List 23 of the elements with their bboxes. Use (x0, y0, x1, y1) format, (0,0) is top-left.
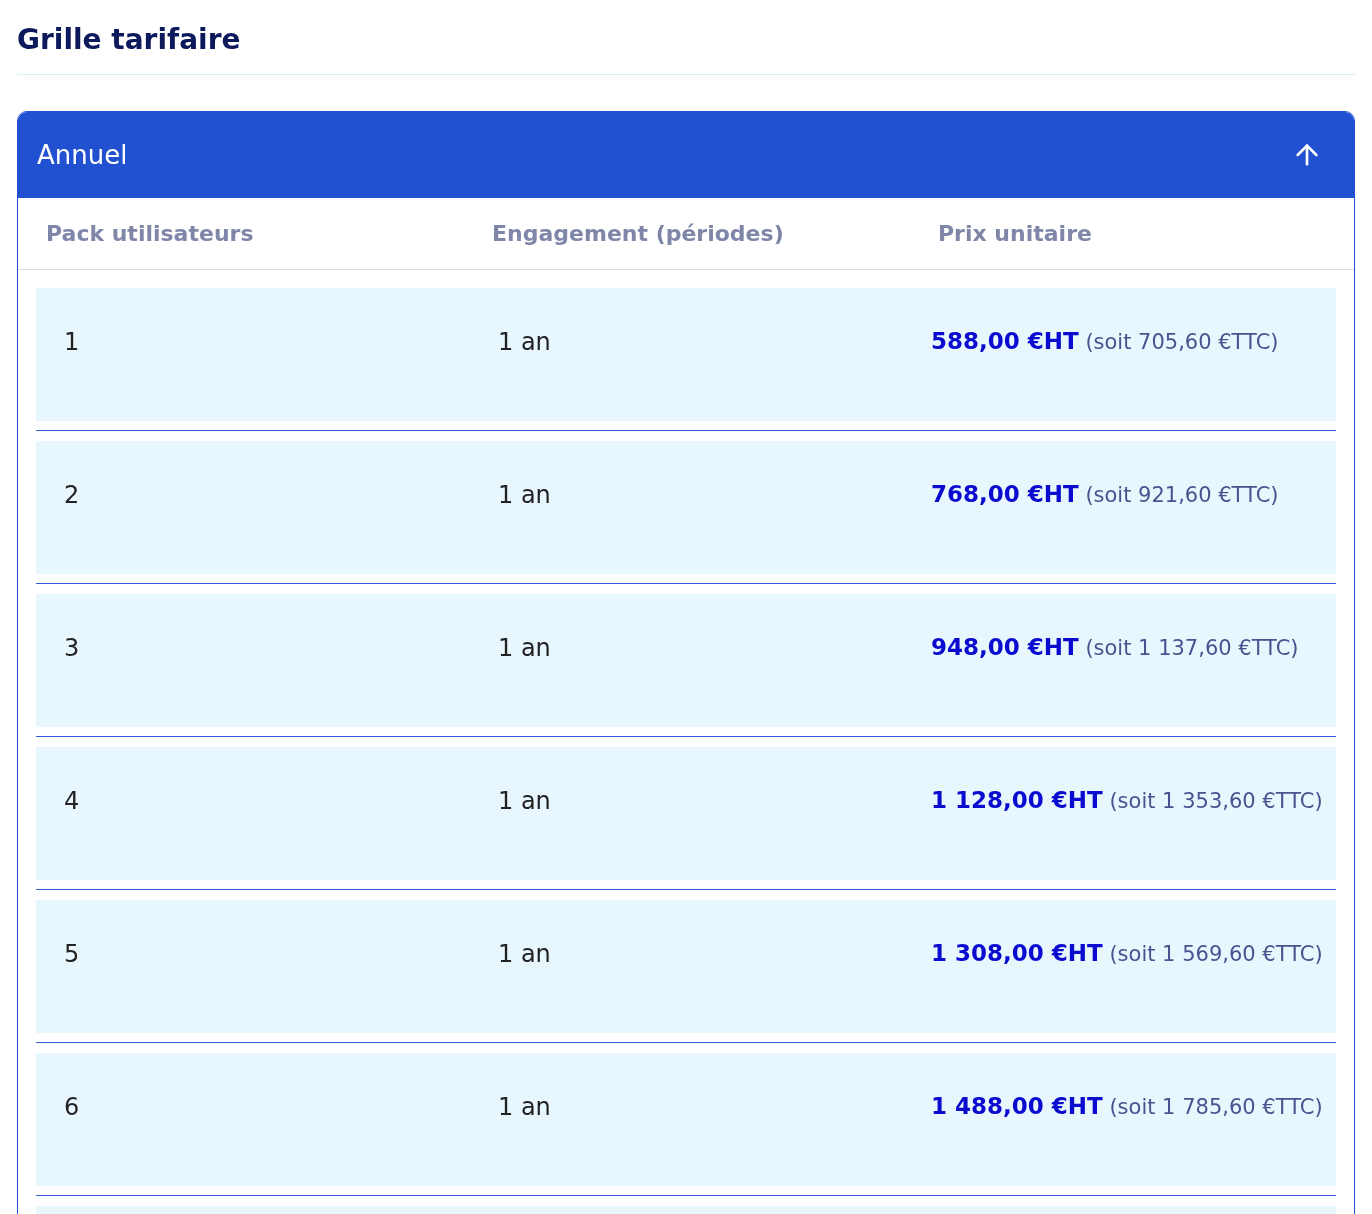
accordion-header[interactable]: Annuel (18, 112, 1354, 198)
table-cell-text: 3 (64, 633, 80, 664)
price-text: 1 128,00 €HT (soit 1 353,60 €TTC) (931, 786, 1323, 815)
table-cell-text: 6 (64, 1092, 80, 1123)
table-cell-text: 1 an (498, 1092, 551, 1123)
table-cell-text: 1 an (498, 327, 551, 358)
table-cell-text: 1 (64, 327, 80, 358)
column-header: Engagement (périodes) (492, 220, 784, 248)
table-cell-text: 2 (64, 480, 80, 511)
price-text: 948,00 €HT (soit 1 137,60 €TTC) (931, 633, 1299, 662)
column-header: Prix unitaire (938, 220, 1092, 248)
table-cell-text: 5 (64, 939, 80, 970)
table-cell-text: 4 (64, 786, 80, 817)
price-text: 1 308,00 €HT (soit 1 569,60 €TTC) (931, 939, 1323, 968)
price-text: 768,00 €HT (soit 921,60 €TTC) (931, 480, 1279, 509)
table-cell-text: 1 an (498, 939, 551, 970)
table-cell-text: 1 an (498, 480, 551, 511)
table-cell-text: 1 an (498, 633, 551, 664)
price-text: 1 488,00 €HT (soit 1 785,60 €TTC) (931, 1092, 1323, 1121)
table-cell-text: 1 an (498, 786, 551, 817)
column-header: Pack utilisateurs (46, 220, 254, 248)
page-title: Grille tarifaire (17, 22, 241, 58)
price-text: 588,00 €HT (soit 705,60 €TTC) (931, 327, 1279, 356)
